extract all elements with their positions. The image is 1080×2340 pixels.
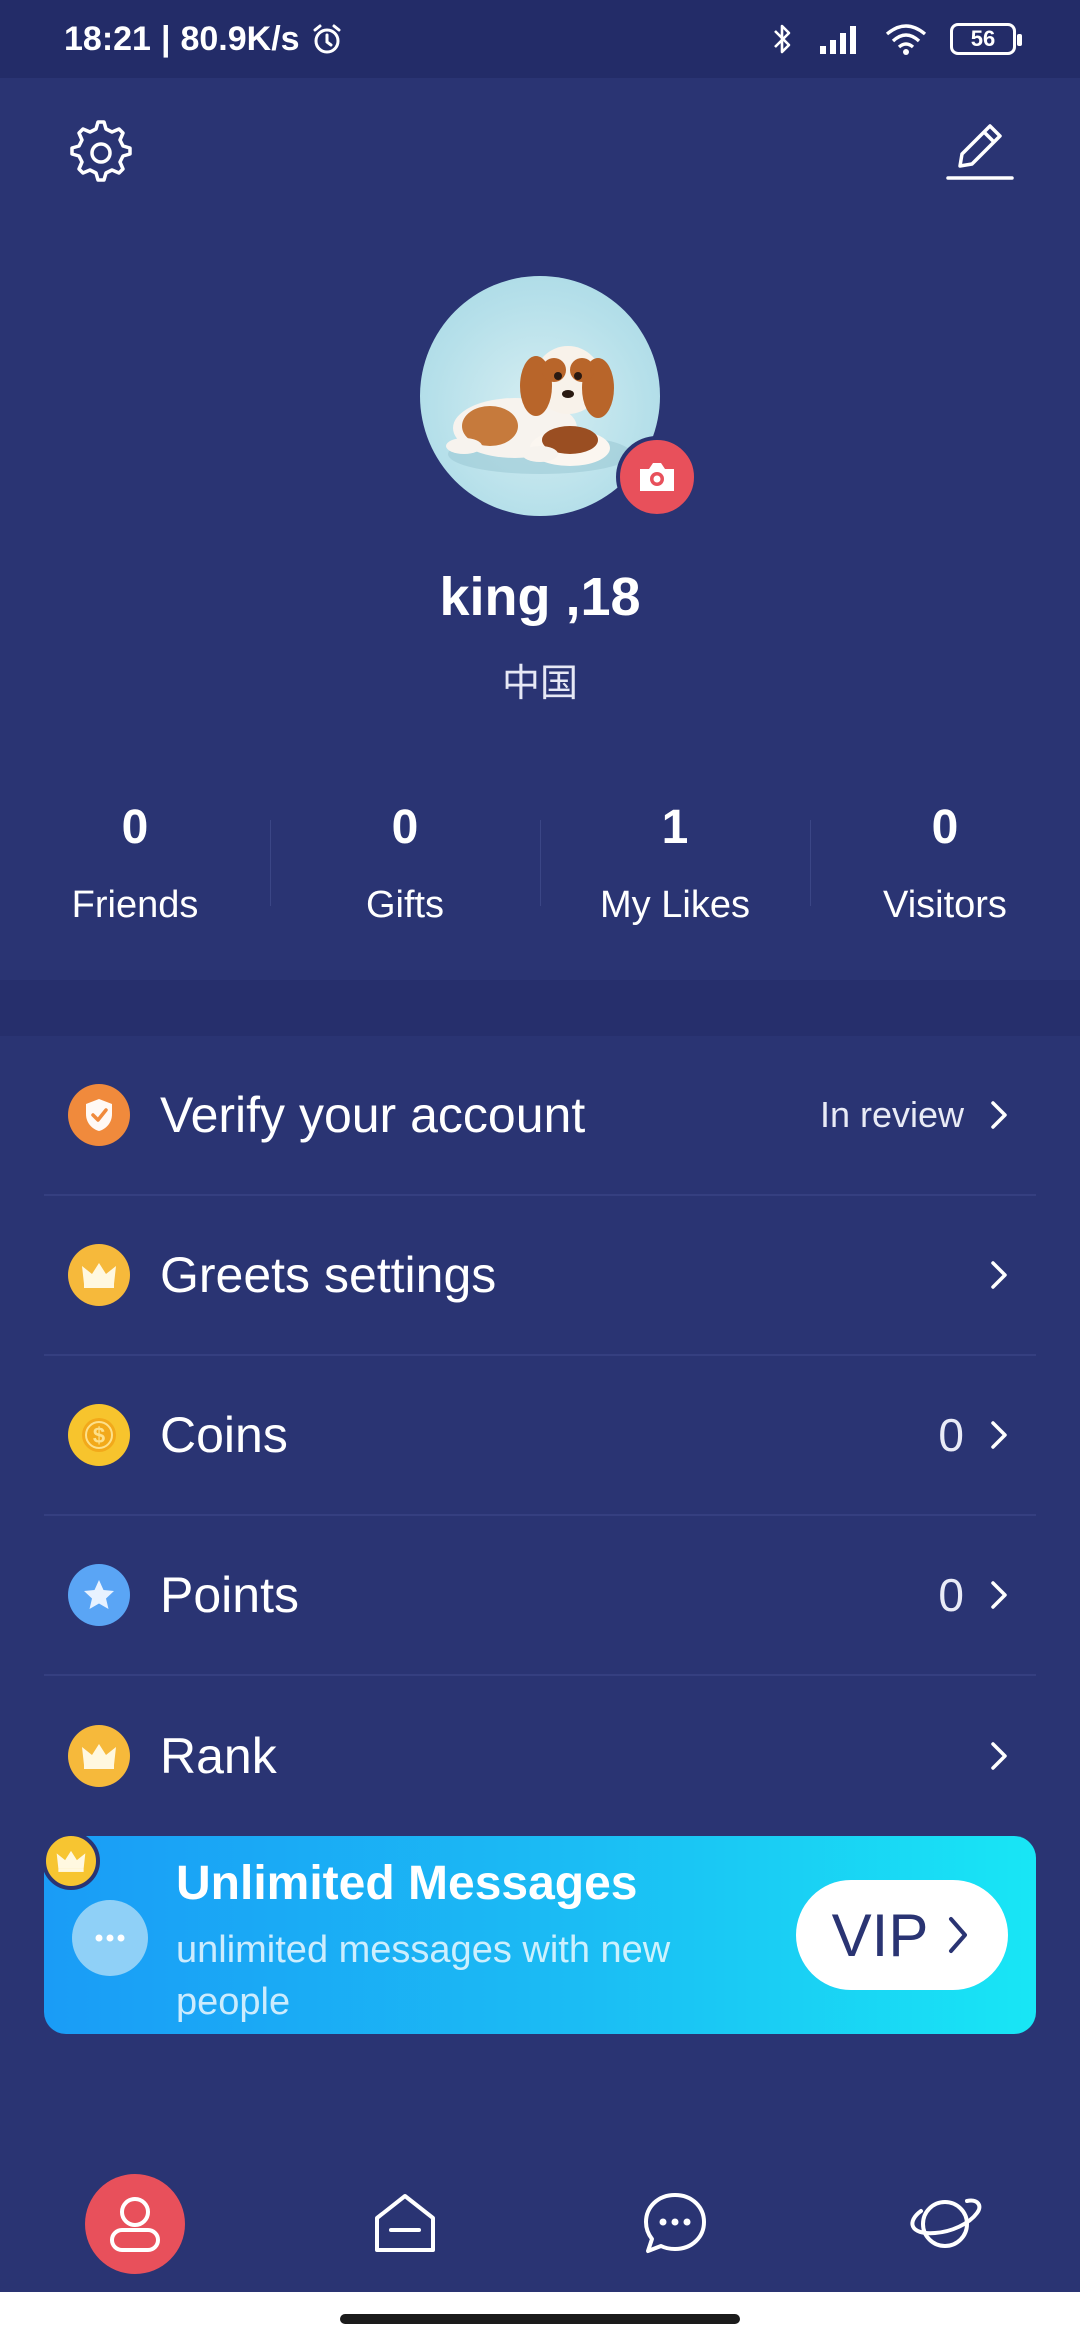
avatar-container[interactable] xyxy=(420,276,698,518)
stat-value: 0 xyxy=(121,801,149,854)
status-speed: 80.9K/s xyxy=(180,19,300,58)
vip-button-label: VIP xyxy=(831,1901,929,1969)
nav-active-indicator xyxy=(85,2174,185,2274)
battery-icon: 56 xyxy=(950,23,1022,55)
stat-label: Gifts xyxy=(365,884,445,926)
vip-banner[interactable]: Unlimited Messages unlimited messages wi… xyxy=(42,1832,1036,2034)
menu-label: Points xyxy=(160,1567,299,1623)
chevron-right-icon xyxy=(991,1581,1007,1609)
crown-icon xyxy=(68,1725,130,1787)
status-bar: 18:21 | 80.9K/s 56 xyxy=(0,0,1080,78)
edit-icon[interactable] xyxy=(940,112,1016,188)
settings-menu: Verify your account In review Greets set… xyxy=(44,1036,1036,1836)
stat-my-likes[interactable]: 1 My Likes xyxy=(540,800,810,940)
menu-item-points[interactable]: Points 0 xyxy=(44,1516,1036,1676)
shield-icon xyxy=(68,1084,130,1146)
profile-page: 18:21 | 80.9K/s 56 king ,18 中国 0 Friends… xyxy=(0,0,1080,2340)
status-left: 18:21 | 80.9K/s xyxy=(64,20,344,59)
bluetooth-icon xyxy=(774,24,791,54)
menu-item-greets-settings[interactable]: Greets settings xyxy=(44,1196,1036,1356)
menu-item-verify-account[interactable]: Verify your account In review xyxy=(44,1036,1036,1196)
menu-item-rank[interactable]: Rank xyxy=(44,1676,1036,1836)
chevron-right-icon xyxy=(991,1742,1007,1770)
menu-label: Greets settings xyxy=(160,1247,497,1303)
stats-row: 0 Friends 0 Gifts 1 My Likes 0 Visitors xyxy=(0,800,1080,940)
coin-icon: $ xyxy=(68,1404,130,1466)
battery-level: 56 xyxy=(970,26,996,51)
chevron-right-icon xyxy=(991,1101,1007,1129)
planet-icon xyxy=(910,2198,982,2248)
chevron-right-icon xyxy=(991,1261,1007,1289)
home-indicator[interactable] xyxy=(340,2314,740,2324)
stat-label: Visitors xyxy=(883,884,1007,926)
star-icon xyxy=(68,1564,130,1626)
vip-button[interactable]: VIP xyxy=(796,1880,1008,1990)
status-right: 56 xyxy=(772,21,1022,57)
menu-label: Coins xyxy=(160,1407,288,1463)
message-bubble-icon xyxy=(72,1900,148,1976)
status-time: 18:21 xyxy=(64,19,151,58)
camera-icon xyxy=(640,463,674,491)
stat-gifts[interactable]: 0 Gifts xyxy=(270,800,540,940)
menu-label: Verify your account xyxy=(160,1087,586,1143)
stat-value: 0 xyxy=(391,801,419,854)
menu-label: Rank xyxy=(160,1728,277,1784)
signal-icon xyxy=(820,26,856,54)
status-separator: | xyxy=(160,19,171,58)
crown-icon xyxy=(42,1832,100,1890)
profile-name: king ,18 xyxy=(439,567,641,627)
menu-value: 0 xyxy=(938,1569,964,1621)
menu-item-coins[interactable]: $ Coins 0 xyxy=(44,1356,1036,1516)
stat-value: 1 xyxy=(661,801,689,854)
vip-title: Unlimited Messages xyxy=(176,1857,638,1910)
alarm-icon xyxy=(313,24,341,54)
stat-label: Friends xyxy=(71,884,199,926)
crown-icon xyxy=(68,1244,130,1306)
nav-tab-explore[interactable] xyxy=(810,2156,1080,2292)
nav-tab-messages[interactable] xyxy=(540,2156,810,2292)
stat-friends[interactable]: 0 Friends xyxy=(0,800,270,940)
profile-icon xyxy=(110,2197,160,2252)
stat-visitors[interactable]: 0 Visitors xyxy=(810,800,1080,940)
chevron-right-icon xyxy=(991,1421,1007,1449)
menu-value: In review xyxy=(819,1094,964,1135)
svg-text:$: $ xyxy=(93,1423,105,1448)
wifi-icon xyxy=(885,24,927,55)
stat-label: My Likes xyxy=(600,884,750,926)
gear-icon[interactable] xyxy=(60,112,136,188)
chat-icon xyxy=(644,2193,706,2253)
section-divider xyxy=(0,980,1080,1036)
nav-tab-profile[interactable] xyxy=(0,2156,270,2292)
camera-button[interactable] xyxy=(616,436,698,518)
chevron-right-icon xyxy=(949,1917,968,1953)
nav-tab-home[interactable] xyxy=(270,2156,540,2292)
bottom-nav xyxy=(0,2156,1080,2292)
menu-value: 0 xyxy=(938,1409,964,1461)
profile-country: 中国 xyxy=(501,663,578,705)
home-icon xyxy=(375,2194,435,2252)
vip-subtitle: unlimited messages with new people xyxy=(176,1929,671,2023)
stat-value: 0 xyxy=(931,801,959,854)
